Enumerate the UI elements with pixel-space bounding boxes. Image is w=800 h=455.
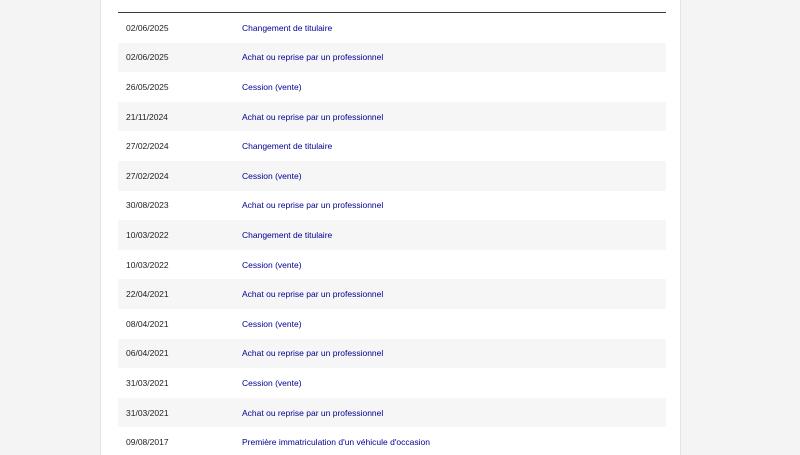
operation-link[interactable]: Cession (vente) <box>242 260 666 270</box>
table-row: 27/02/2024 Changement de titulaire <box>118 131 666 161</box>
operation-link[interactable]: Achat ou reprise par un professionnel <box>242 112 666 122</box>
operation-date: 10/03/2022 <box>126 229 169 240</box>
operation-date: 09/08/2017 <box>126 437 169 448</box>
operation-link[interactable]: Cession (vente) <box>242 319 666 329</box>
table-row: 27/02/2024 Cession (vente) <box>118 160 666 191</box>
operation-date: 08/04/2021 <box>126 318 169 329</box>
operation-date: 27/02/2024 <box>126 141 169 152</box>
table-row: 22/04/2021 Achat ou reprise par un profe… <box>118 279 666 309</box>
operation-date: 02/06/2025 <box>126 22 169 33</box>
operation-date: 06/04/2021 <box>126 348 169 359</box>
operation-link[interactable]: Cession (vente) <box>242 82 666 92</box>
operation-link[interactable]: Achat ou reprise par un professionnel <box>242 289 666 299</box>
operation-link[interactable]: Changement de titulaire <box>242 230 666 240</box>
operation-date: 31/03/2021 <box>126 407 169 418</box>
history-card: 02/06/2025 Changement de titulaire 02/06… <box>100 0 681 455</box>
operation-link[interactable]: Cession (vente) <box>242 378 666 388</box>
table-row: 30/08/2023 Achat ou reprise par un profe… <box>118 191 666 221</box>
table-row: 10/03/2022 Cession (vente) <box>118 250 666 280</box>
operation-date: 21/11/2024 <box>126 111 168 122</box>
table-row: 31/03/2021 Cession (vente) <box>118 368 666 398</box>
operation-link[interactable]: Changement de titulaire <box>242 23 666 33</box>
operation-link[interactable]: Achat ou reprise par un professionnel <box>242 52 666 62</box>
table-row: 08/04/2021 Cession (vente) <box>118 309 666 339</box>
table-row: 09/08/2017 Première immatriculation d'un… <box>118 427 666 455</box>
operation-link[interactable]: Achat ou reprise par un professionnel <box>242 348 666 358</box>
table-row: 10/03/2022 Changement de titulaire <box>118 220 666 250</box>
table-row: 02/06/2025 Changement de titulaire <box>118 13 666 43</box>
operation-date: 10/03/2022 <box>126 259 169 270</box>
operation-date: 22/04/2021 <box>126 289 169 300</box>
vehicle-history-table: 02/06/2025 Changement de titulaire 02/06… <box>118 12 666 455</box>
operation-date: 02/06/2025 <box>126 52 169 63</box>
table-row: 21/11/2024 Achat ou reprise par un profe… <box>118 101 666 132</box>
operation-link[interactable]: Achat ou reprise par un professionnel <box>242 200 666 210</box>
operation-date: 26/05/2025 <box>126 81 169 92</box>
operation-link[interactable]: Achat ou reprise par un professionnel <box>242 408 666 418</box>
operation-date: 27/02/2024 <box>126 170 169 181</box>
operation-link[interactable]: Changement de titulaire <box>242 141 666 151</box>
table-row: 06/04/2021 Achat ou reprise par un profe… <box>118 338 666 369</box>
operation-link[interactable]: Première immatriculation d'un véhicule d… <box>242 437 666 447</box>
table-row: 31/03/2021 Achat ou reprise par un profe… <box>118 397 666 428</box>
operation-date: 31/03/2021 <box>126 377 169 388</box>
operation-link[interactable]: Cession (vente) <box>242 171 666 181</box>
table-row: 26/05/2025 Cession (vente) <box>118 72 666 102</box>
operation-date: 30/08/2023 <box>126 200 169 211</box>
table-row: 02/06/2025 Achat ou reprise par un profe… <box>118 42 666 73</box>
